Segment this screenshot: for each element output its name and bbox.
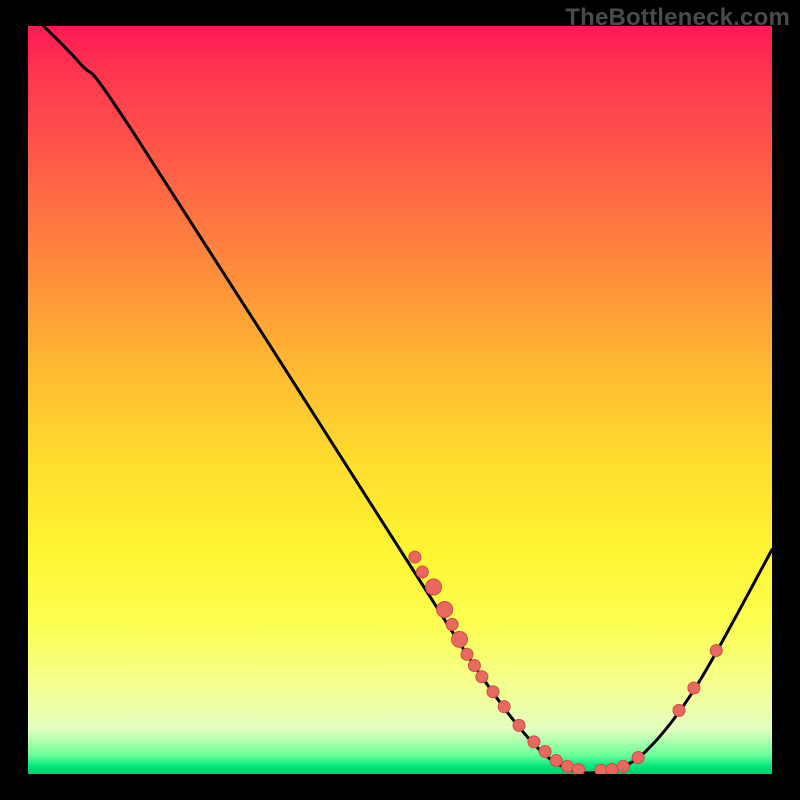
data-point — [452, 631, 468, 647]
data-point — [561, 761, 573, 773]
data-point — [528, 736, 540, 748]
data-point — [688, 682, 700, 694]
data-point — [487, 686, 499, 698]
data-point — [425, 579, 441, 595]
data-point — [468, 660, 480, 672]
data-point — [606, 764, 618, 774]
data-point — [632, 752, 644, 764]
data-point — [595, 764, 607, 774]
data-point — [437, 601, 453, 617]
data-point — [617, 761, 629, 773]
data-point — [550, 755, 562, 767]
bottleneck-curve-chart — [28, 26, 772, 774]
data-point — [710, 645, 722, 657]
data-point — [573, 764, 585, 774]
data-point — [513, 719, 525, 731]
bottleneck-curve — [28, 26, 772, 773]
data-point — [476, 671, 488, 683]
data-point — [461, 648, 473, 660]
data-point — [446, 618, 458, 630]
data-point — [416, 566, 428, 578]
data-point — [673, 704, 685, 716]
chart-plot-area — [28, 26, 772, 774]
data-point — [409, 551, 421, 563]
data-point — [498, 701, 510, 713]
data-point — [539, 746, 551, 758]
